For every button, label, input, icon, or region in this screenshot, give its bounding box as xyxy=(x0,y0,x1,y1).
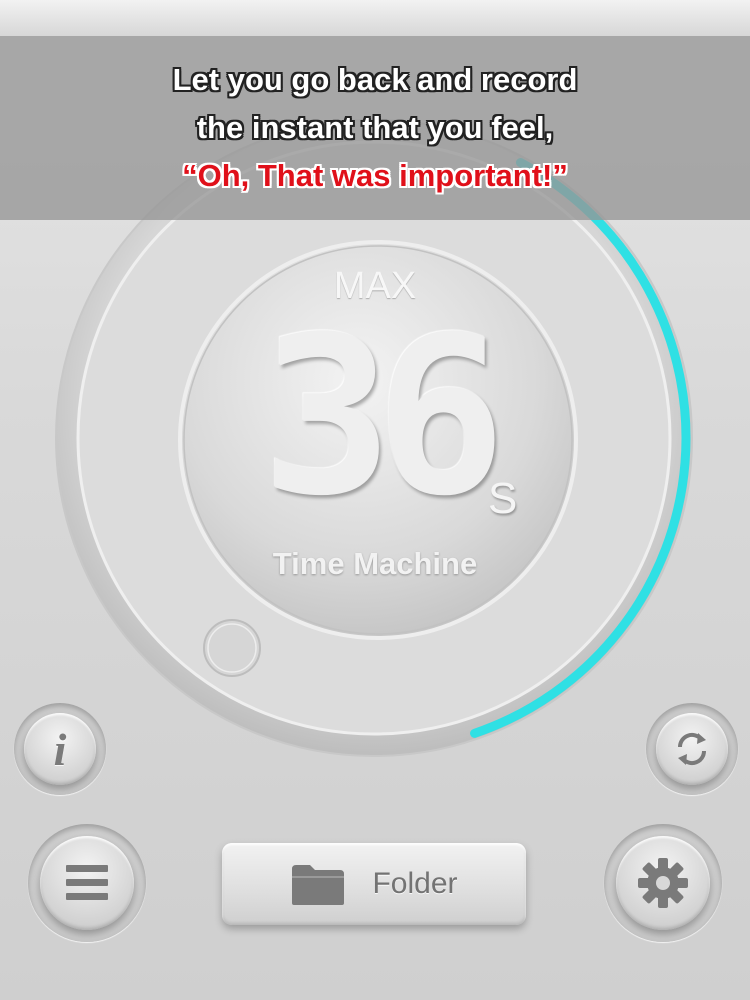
gear-icon xyxy=(638,858,688,908)
caption-banner: Let you go back and record the instant t… xyxy=(0,36,750,220)
info-button[interactable]: i xyxy=(24,713,96,785)
menu-button[interactable] xyxy=(40,836,134,930)
sync-icon xyxy=(677,732,707,766)
sync-button[interactable] xyxy=(656,713,728,785)
app-name: Time Machine xyxy=(272,546,478,581)
folder-icon xyxy=(292,865,345,905)
caption-line-1: Let you go back and record xyxy=(172,62,578,97)
caption-line-3: “Oh, That was important!” xyxy=(182,158,568,193)
info-icon: i xyxy=(53,723,67,775)
caption-line-2: the instant that you feel, xyxy=(196,110,554,145)
settings-button[interactable] xyxy=(616,836,710,930)
seconds-unit: S xyxy=(488,474,518,523)
folder-label: Folder xyxy=(372,867,458,900)
seconds-display[interactable]: 36 xyxy=(260,300,507,535)
menu-icon xyxy=(66,865,108,900)
folder-button[interactable]: Folder xyxy=(222,843,526,925)
dial-knob xyxy=(203,619,261,677)
